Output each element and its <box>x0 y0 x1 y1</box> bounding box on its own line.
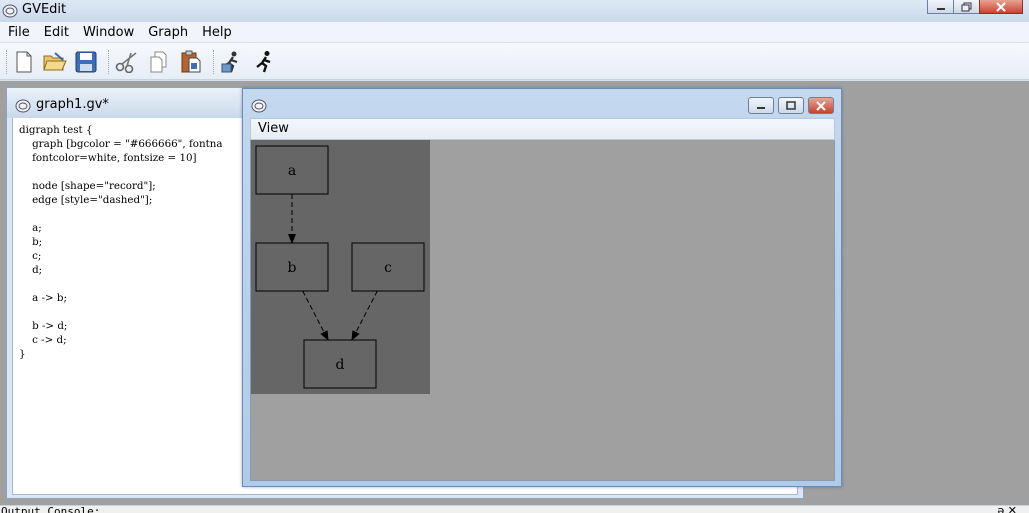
graph-render: a b c d <box>251 140 430 394</box>
toolbar <box>0 43 1029 80</box>
save-disk-icon <box>75 51 97 73</box>
cut-scissors-icon <box>115 52 137 73</box>
new-file-button[interactable] <box>11 49 37 75</box>
console-controls[interactable]: ə ✕ <box>998 506 1017 513</box>
run-layout-button[interactable] <box>251 49 277 75</box>
viewer-title-bar[interactable] <box>243 89 841 118</box>
menu-bar: File Edit Window Graph Help <box>0 22 1029 43</box>
toolbar-separator <box>6 50 7 74</box>
output-console-header: Output Console: ə ✕ <box>0 505 1029 513</box>
viewer-window-controls <box>744 97 834 114</box>
node-label: c <box>384 260 392 276</box>
viewer-maximize-button[interactable] <box>778 97 804 114</box>
graphviz-doc-icon <box>251 99 267 113</box>
minimize-icon <box>757 106 765 109</box>
run-layout-icon <box>256 51 271 73</box>
node-label: b <box>288 260 297 276</box>
graphviz-app-icon <box>2 4 18 18</box>
toolbar-separator <box>108 50 109 74</box>
node-label: a <box>288 163 296 179</box>
open-file-button[interactable] <box>42 49 68 75</box>
toolbar-separator <box>213 50 214 74</box>
node-label: d <box>336 357 345 373</box>
graphviz-doc-icon <box>15 99 31 113</box>
menu-graph[interactable]: Graph <box>141 23 195 42</box>
maximize-icon <box>786 101 796 110</box>
menu-window[interactable]: Window <box>76 23 141 42</box>
viewer-minimize-button[interactable] <box>748 97 774 114</box>
menu-help[interactable]: Help <box>195 23 239 42</box>
new-file-icon <box>16 51 32 73</box>
menu-view[interactable]: View <box>258 121 289 136</box>
viewer-close-button[interactable] <box>808 97 834 114</box>
close-button[interactable] <box>979 0 1023 14</box>
menu-edit[interactable]: Edit <box>37 23 76 42</box>
minimize-button[interactable] <box>927 0 954 14</box>
layout-settings-button[interactable] <box>219 49 245 75</box>
editor-title: graph1.gv* <box>36 97 109 112</box>
graph-background <box>251 140 430 394</box>
restore-icon <box>961 2 971 11</box>
cut-button[interactable] <box>114 49 140 75</box>
close-icon <box>996 1 1006 12</box>
console-title: Output Console: <box>1 505 101 513</box>
copy-icon <box>150 51 167 73</box>
settings-runner-icon <box>221 51 238 73</box>
copy-button[interactable] <box>146 49 172 75</box>
paste-icon <box>181 50 201 73</box>
open-folder-icon <box>43 52 67 71</box>
paste-button[interactable] <box>178 49 204 75</box>
viewer-menu-bar: View <box>250 118 835 140</box>
main-title-bar: GVEdit <box>0 0 1029 22</box>
graph-viewer-window: View a b c d <box>242 88 842 487</box>
window-controls <box>927 0 1023 14</box>
menu-file[interactable]: File <box>1 23 37 42</box>
close-icon <box>816 100 826 111</box>
maximize-button[interactable] <box>953 0 980 14</box>
minimize-icon <box>936 7 945 10</box>
graph-canvas[interactable]: a b c d <box>250 140 835 481</box>
app-title: GVEdit <box>22 2 67 17</box>
save-button[interactable] <box>73 49 99 75</box>
